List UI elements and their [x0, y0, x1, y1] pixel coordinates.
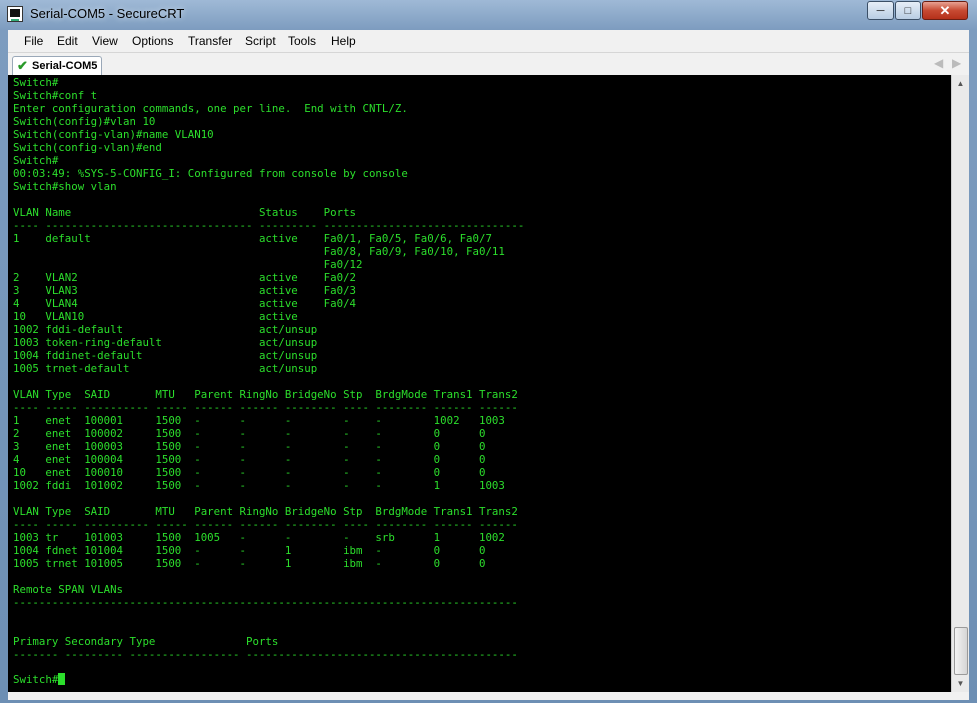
terminal-line: 2 enet 100002 1500 - - - - - 0 0	[13, 427, 486, 440]
connected-check-icon: ✔	[17, 58, 28, 73]
terminal-line: 4 VLAN4 active Fa0/4	[13, 297, 357, 310]
terminal-line: Remote SPAN VLANs	[13, 583, 124, 596]
menu-tools[interactable]: Tools	[288, 34, 316, 48]
terminal-line: 1 enet 100001 1500 - - - - - 1002 1003	[13, 414, 505, 427]
tab-label: Serial-COM5	[32, 60, 98, 72]
terminal-line: 3 enet 100003 1500 - - - - - 0 0	[13, 440, 486, 453]
maximize-icon: □	[904, 4, 912, 17]
menu-script[interactable]: Script	[245, 34, 276, 48]
terminal-screen[interactable]: Switch# Switch#conf t Enter configuration …	[8, 75, 951, 692]
menu-bar: File Edit View Options Transfer Script T…	[8, 30, 969, 53]
menu-edit[interactable]: Edit	[57, 34, 78, 48]
terminal-line: 10 VLAN10 active	[13, 310, 298, 323]
tab-scroll-left-icon[interactable]: ◀	[934, 56, 943, 70]
terminal-line: Switch#	[13, 154, 59, 167]
tab-serial-com5[interactable]: ✔ Serial-COM5	[12, 56, 102, 75]
securecrt-window: Serial-COM5 - SecureCRT ─ □ ✕ File Edit …	[0, 0, 977, 703]
terminal-output: Switch# Switch#conf t Enter configuration …	[13, 76, 524, 661]
menu-transfer[interactable]: Transfer	[188, 34, 232, 48]
terminal-line: ---- ----- ---------- ----- ------ -----…	[13, 518, 518, 531]
terminal-line: Primary Secondary Type Ports	[13, 635, 279, 648]
terminal-line: 1003 token-ring-default act/unsup	[13, 336, 318, 349]
terminal-line: Switch#conf t	[13, 89, 98, 102]
terminal-line: 3 VLAN3 active Fa0/3	[13, 284, 357, 297]
terminal-line: 1002 fddi-default act/unsup	[13, 323, 318, 336]
status-bar	[8, 692, 969, 700]
terminal-line: ----------------------------------------…	[13, 596, 518, 609]
terminal-line: 1003 tr 101003 1500 1005 - - - srb 1 100…	[13, 531, 505, 544]
app-icon[interactable]	[7, 6, 23, 22]
terminal-line: Switch#	[13, 76, 59, 89]
terminal-line: ------- --------- ----------------- ----…	[13, 648, 518, 661]
close-icon: ✕	[939, 2, 951, 18]
scroll-up-arrow-icon[interactable]: ▲	[952, 75, 969, 92]
terminal-line: 1005 trnet 101005 1500 - - 1 ibm - 0 0	[13, 557, 486, 570]
scrollbar-thumb[interactable]	[954, 627, 968, 675]
minimize-button[interactable]: ─	[867, 1, 894, 20]
terminal-line: 1004 fdnet 101004 1500 - - 1 ibm - 0 0	[13, 544, 486, 557]
terminal-line: 2 VLAN2 active Fa0/2	[13, 271, 357, 284]
minimize-icon: ─	[876, 4, 885, 17]
terminal-line: ---- -------------------------------- --…	[13, 219, 525, 232]
menu-help[interactable]: Help	[331, 34, 356, 48]
terminal-line: VLAN Name Status Ports	[13, 206, 357, 219]
text-cursor	[58, 673, 66, 685]
maximize-button[interactable]: □	[895, 1, 921, 20]
menu-view[interactable]: View	[92, 34, 118, 48]
terminal-line: VLAN Type SAID MTU Parent RingNo BridgeN…	[13, 388, 518, 401]
tab-scroll-right-icon[interactable]: ▶	[952, 56, 961, 70]
terminal-line: Switch(config)#vlan 10	[13, 115, 156, 128]
terminal-line: Switch#show vlan	[13, 180, 117, 193]
window-title: Serial-COM5 - SecureCRT	[30, 6, 185, 21]
terminal-prompt: Switch#	[13, 673, 59, 686]
terminal-line: 1 default active Fa0/1, Fa0/5, Fa0/6, Fa…	[13, 232, 492, 245]
terminal-line: 1004 fddinet-default act/unsup	[13, 349, 318, 362]
terminal-line: 4 enet 100004 1500 - - - - - 0 0	[13, 453, 486, 466]
close-button[interactable]: ✕	[922, 1, 968, 20]
session-tab-bar: ✔ Serial-COM5 ◀ ▶	[8, 53, 969, 75]
terminal-line: VLAN Type SAID MTU Parent RingNo BridgeN…	[13, 505, 518, 518]
terminal-line: Switch(config-vlan)#end	[13, 141, 162, 154]
terminal-line: Fa0/12	[13, 258, 363, 271]
terminal-line: 1005 trnet-default act/unsup	[13, 362, 318, 375]
terminal-line: Enter configuration commands, one per li…	[13, 102, 408, 115]
title-bar[interactable]: Serial-COM5 - SecureCRT ─ □ ✕	[0, 0, 977, 28]
scroll-down-arrow-icon[interactable]: ▼	[952, 675, 969, 692]
terminal-prompt-line[interactable]: Switch#	[13, 673, 66, 686]
terminal-line: 00:03:49: %SYS-5-CONFIG_I: Configured fr…	[13, 167, 408, 180]
terminal-line: Fa0/8, Fa0/9, Fa0/10, Fa0/11	[13, 245, 505, 258]
terminal-line: ---- ----- ---------- ----- ------ -----…	[13, 401, 518, 414]
menu-file[interactable]: File	[24, 34, 43, 48]
vertical-scrollbar[interactable]: ▲ ▼	[951, 75, 969, 692]
terminal-line: Switch(config-vlan)#name VLAN10	[13, 128, 214, 141]
terminal-line: 1002 fddi 101002 1500 - - - - - 1 1003	[13, 479, 505, 492]
menu-options[interactable]: Options	[132, 34, 173, 48]
terminal-line: 10 enet 100010 1500 - - - - - 0 0	[13, 466, 486, 479]
